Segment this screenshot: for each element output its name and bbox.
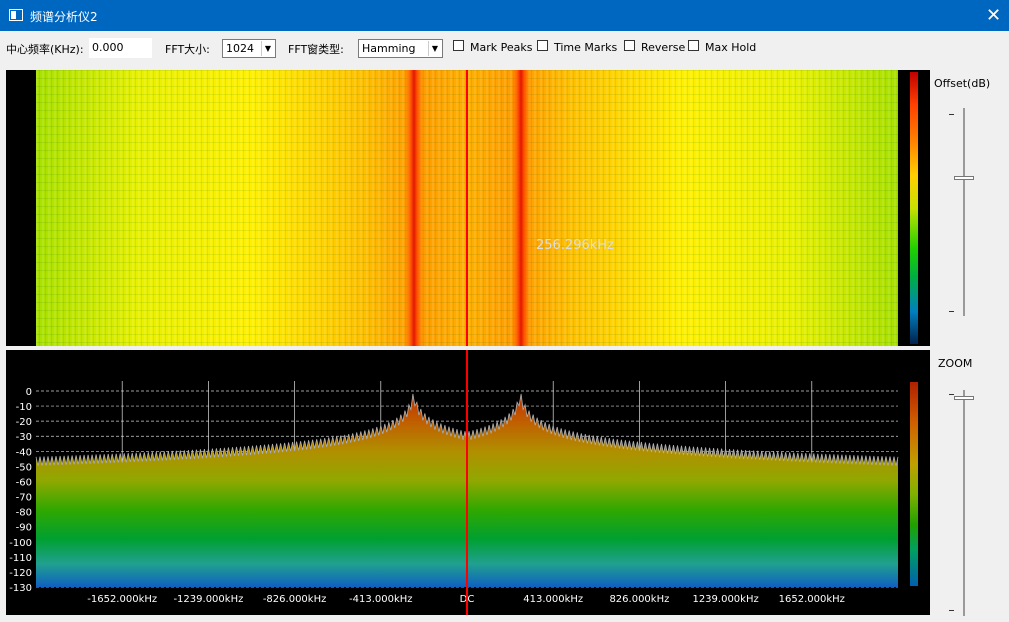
y-tick-label: -70 [16, 493, 32, 504]
offset-label: Offset(dB) [934, 77, 991, 90]
offset-slider-thumb[interactable] [954, 176, 974, 180]
offset-slider-track[interactable] [963, 108, 965, 316]
fft-size-select[interactable]: 1024 ▼ [222, 39, 276, 58]
spectrum-svg: 0 -10 -20 -30 -40 -50 -60 -70 -80 -90 -100 -110 -120… [9, 350, 899, 615]
toolbar: 中心频率(KHz): 0.000 FFT大小: 1024 ▼ FFT窗类型: H… [0, 31, 1009, 67]
y-tick-label: -130 [9, 583, 32, 594]
y-tick-label: -80 [16, 508, 32, 519]
offset-tick-top [949, 114, 954, 115]
center-freq-input[interactable]: 0.000 [89, 38, 152, 58]
x-tick-label: -1239.000kHz [173, 594, 243, 605]
offset-tick-bottom [949, 311, 954, 312]
waterfall-peak-left [404, 70, 424, 346]
y-tick-label: -40 [16, 447, 32, 458]
mark-peaks-label: Mark Peaks [470, 41, 533, 54]
fft-size-value: 1024 [226, 42, 254, 55]
spectrum-colorbar [910, 382, 918, 586]
x-tick-label: 1239.000kHz [692, 594, 758, 605]
y-tick-label: -90 [16, 523, 32, 534]
window-title: 频谱分析仪2 [30, 10, 98, 24]
fft-window-select[interactable]: Hamming ▼ [358, 39, 443, 58]
reverse-checkbox[interactable] [624, 40, 635, 51]
close-button[interactable]: ✕ [978, 0, 1009, 31]
waterfall-panel[interactable]: 256.296kHz [6, 70, 930, 346]
waterfall-svg: 256.296kHz [36, 70, 898, 346]
y-tick-label: -30 [16, 432, 32, 443]
reverse-label: Reverse [641, 41, 686, 54]
app-window-icon [9, 9, 23, 21]
y-tick-label: -100 [9, 538, 32, 549]
waterfall-colorbar [910, 72, 918, 344]
chevron-down-icon: ▼ [428, 41, 441, 56]
mark-peaks-checkbox[interactable] [453, 40, 464, 51]
title-bar: 频谱分析仪2 ✕ [0, 0, 1009, 31]
y-tick-label: -60 [16, 477, 32, 488]
zoom-slider-thumb[interactable] [954, 396, 974, 400]
x-tick-label: 826.000kHz [609, 594, 669, 605]
x-tick-label: 413.000kHz [523, 594, 583, 605]
x-tick-label: 1652.000kHz [779, 594, 845, 605]
x-tick-label: -1652.000kHz [87, 594, 157, 605]
time-marks-label: Time Marks [554, 41, 618, 54]
zoom-tick-top [949, 394, 954, 395]
waterfall-peak-right [511, 70, 531, 346]
zoom-slider-track[interactable] [963, 390, 965, 616]
x-tick-label: -826.000kHz [263, 594, 327, 605]
center-freq-label: 中心频率(KHz): [6, 43, 84, 56]
fft-size-label: FFT大小: [165, 43, 210, 56]
y-tick-label: -50 [16, 462, 32, 473]
max-hold-label: Max Hold [705, 41, 757, 54]
time-marks-checkbox[interactable] [537, 40, 548, 51]
waterfall-marker-label: 256.296kHz [536, 238, 614, 253]
chevron-down-icon: ▼ [261, 41, 274, 56]
y-tick-label: -20 [16, 417, 32, 428]
fft-window-value: Hamming [362, 42, 416, 55]
max-hold-checkbox[interactable] [688, 40, 699, 51]
fft-window-label: FFT窗类型: [288, 43, 344, 56]
x-tick-label: -413.000kHz [349, 594, 413, 605]
spectrum-panel[interactable]: 0 -10 -20 -30 -40 -50 -60 -70 -80 -90 -100 -110 -120… [6, 350, 930, 615]
y-tick-label: -120 [9, 568, 32, 579]
y-tick-label: -10 [16, 402, 32, 413]
y-tick-label: 0 [26, 387, 32, 398]
zoom-tick-bottom [949, 610, 954, 611]
zoom-label: ZOOM [938, 357, 973, 370]
y-tick-label: -110 [9, 553, 32, 564]
